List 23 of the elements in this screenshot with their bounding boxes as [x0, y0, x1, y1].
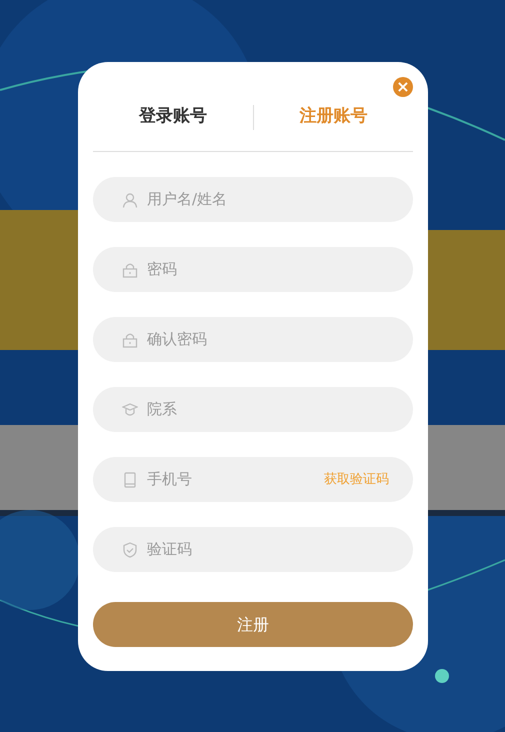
tab[interactable]: 注册账号 [254, 104, 413, 130]
get-code-link[interactable]: 获取验证码 [324, 470, 389, 490]
padlock-icon [122, 262, 138, 278]
tab[interactable]: 登录账号 [93, 104, 252, 130]
text-input[interactable]: 手机号 [147, 468, 315, 491]
padlock-icon [122, 332, 138, 348]
text-input[interactable]: 院系 [147, 398, 389, 421]
text-input[interactable]: 确认密码 [147, 328, 389, 351]
input-field[interactable]: 用户名/姓名 [93, 177, 413, 222]
input-field[interactable]: 验证码 [93, 527, 413, 572]
user-icon [122, 192, 138, 208]
input-field[interactable]: 确认密码 [93, 317, 413, 362]
phone-icon [122, 472, 138, 488]
graduation-cap-icon [122, 402, 138, 418]
input-field[interactable]: 院系 [93, 387, 413, 432]
text-input[interactable]: 验证码 [147, 538, 389, 561]
text-input[interactable]: 用户名/姓名 [147, 188, 389, 211]
text-input[interactable]: 密码 [147, 258, 389, 281]
shield-check-icon [122, 542, 138, 558]
close-button[interactable]: × [393, 77, 413, 97]
input-field[interactable]: 密码 [93, 247, 413, 292]
input-field[interactable]: 手机号 获取验证码 [93, 457, 413, 502]
register-button[interactable]: 注册 [93, 602, 413, 647]
